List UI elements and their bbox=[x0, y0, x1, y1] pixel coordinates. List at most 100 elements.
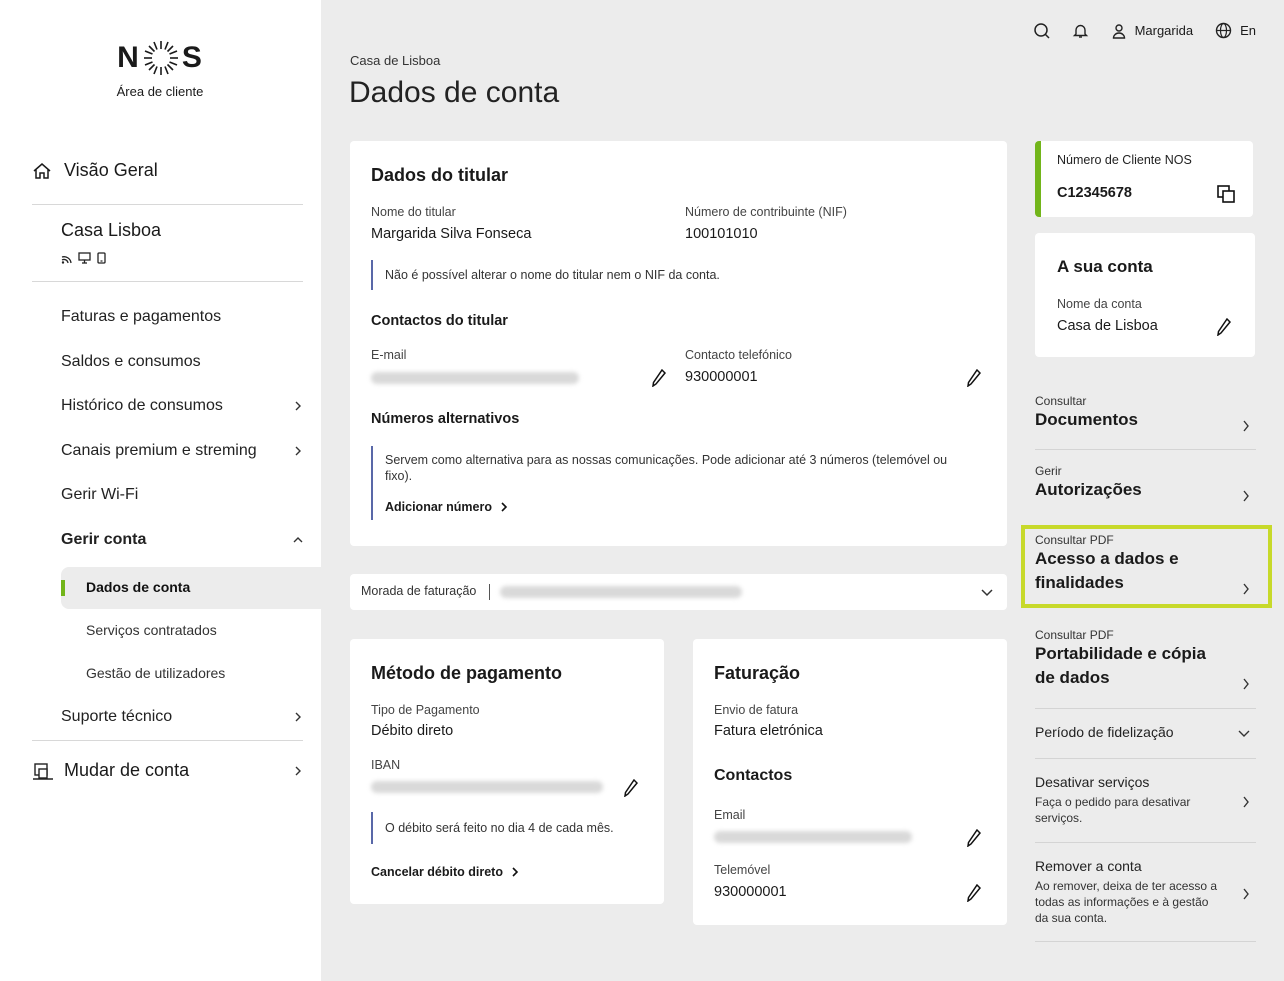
remove-account-link[interactable]: Remover a conta Ao remover, deixa de ter… bbox=[1035, 858, 1256, 934]
sidebar-item-label: Histórico de consumos bbox=[61, 397, 223, 414]
fidelization-dropdown[interactable]: Período de fidelização bbox=[1035, 724, 1256, 748]
divider bbox=[1035, 842, 1256, 843]
payment-type-value: Débito direto bbox=[371, 723, 454, 739]
sidebar-item-balances[interactable]: Saldos e consumos bbox=[61, 353, 303, 371]
payment-title: Método de pagamento bbox=[371, 663, 563, 683]
account-name-label: Nome da conta bbox=[1057, 297, 1142, 311]
divider bbox=[32, 204, 303, 205]
nif-label: Número de contribuinte (NIF) bbox=[685, 205, 847, 219]
sidebar-subitem-account-data[interactable]: Dados de conta bbox=[86, 579, 190, 595]
sidebar-item-support[interactable]: Suporte técnico bbox=[61, 708, 303, 726]
edit-phone-pencil-icon[interactable] bbox=[967, 369, 981, 387]
documents-link[interactable]: Consultar Documentos bbox=[1035, 394, 1256, 444]
documents-small: Consultar bbox=[1035, 394, 1087, 408]
sidebar: N S Área de cliente Visão Geral Casa Lis bbox=[0, 0, 321, 981]
search-icon[interactable] bbox=[1033, 22, 1050, 39]
holder-note: Não é possível alterar o nome do titular… bbox=[371, 260, 720, 290]
chevron-right-icon bbox=[1243, 888, 1249, 900]
sidebar-item-label: Gerir Wi-Fi bbox=[61, 486, 139, 503]
chevron-down-icon bbox=[981, 589, 993, 597]
edit-email-pencil-icon[interactable] bbox=[652, 369, 666, 387]
logo-letter-n: N bbox=[117, 41, 140, 74]
globe-icon bbox=[1215, 22, 1232, 39]
switch-account-label: Mudar de conta bbox=[64, 760, 190, 780]
nos-logo[interactable]: N S Área de cliente bbox=[110, 34, 210, 99]
cancel-debit-link[interactable]: Cancelar débito direto bbox=[371, 865, 519, 879]
nav-overview[interactable]: Visão Geral bbox=[32, 160, 158, 181]
mobile-icon bbox=[97, 252, 106, 264]
chevron-right-icon bbox=[295, 766, 301, 775]
alt-numbers-title: Números alternativos bbox=[371, 411, 520, 427]
edit-invoice-mobile-pencil-icon[interactable] bbox=[967, 884, 981, 902]
billing-address-dropdown[interactable]: Morada de faturação bbox=[350, 574, 1007, 610]
invoice-mobile-label: Telemóvel bbox=[714, 863, 771, 877]
portability-small: Consultar PDF bbox=[1035, 628, 1114, 642]
portability-link[interactable]: Consultar PDF Portabilidade e cópia de d… bbox=[1035, 628, 1256, 698]
sidebar-subitem-services[interactable]: Serviços contratados bbox=[86, 622, 217, 638]
holder-name: Margarida Silva Fonseca bbox=[371, 226, 532, 242]
phone-value: 930000001 bbox=[685, 369, 758, 385]
chevron-right-icon bbox=[512, 867, 519, 877]
email-label: E-mail bbox=[371, 348, 407, 362]
bell-icon[interactable] bbox=[1072, 22, 1089, 39]
sidebar-item-label: Faturas e pagamentos bbox=[61, 308, 222, 325]
chevron-right-icon bbox=[295, 401, 301, 411]
chevron-down-icon bbox=[1238, 730, 1250, 737]
client-number-label: Número de Cliente NOS bbox=[1057, 153, 1192, 167]
contacts-title: Contactos do titular bbox=[371, 313, 508, 329]
divider bbox=[32, 740, 303, 741]
nav-overview-label: Visão Geral bbox=[64, 160, 158, 180]
user-menu[interactable]: Margarida bbox=[1111, 23, 1193, 39]
chevron-right-icon bbox=[295, 446, 301, 456]
switch-account-icon bbox=[33, 762, 53, 780]
your-account-title: A sua conta bbox=[1057, 257, 1153, 276]
payment-card: Método de pagamento Tipo de Pagamento Dé… bbox=[350, 639, 664, 904]
authorizations-small: Gerir bbox=[1035, 464, 1062, 478]
edit-iban-pencil-icon[interactable] bbox=[624, 779, 638, 797]
chevron-right-icon bbox=[295, 712, 301, 722]
switch-account-button[interactable]: Mudar de conta bbox=[32, 760, 303, 781]
sidebar-item-wifi[interactable]: Gerir Wi-Fi bbox=[61, 486, 303, 504]
fidelization-label: Período de fidelização bbox=[1035, 724, 1174, 740]
deactivate-title: Desativar serviços bbox=[1035, 774, 1150, 790]
language-switch[interactable]: En bbox=[1215, 22, 1256, 39]
deactivate-services-link[interactable]: Desativar serviços Faça o pedido para de… bbox=[1035, 774, 1256, 834]
divider bbox=[1035, 708, 1256, 709]
chevron-right-icon bbox=[1243, 420, 1249, 432]
edit-account-name-pencil-icon[interactable] bbox=[1217, 318, 1231, 336]
sidebar-item-invoices[interactable]: Faturas e pagamentos bbox=[61, 308, 303, 326]
invoice-title: Faturação bbox=[714, 663, 801, 683]
sidebar-item-premium[interactable]: Canais premium e streming bbox=[61, 442, 303, 460]
edit-invoice-email-pencil-icon[interactable] bbox=[967, 829, 981, 847]
top-bar: Margarida En bbox=[1033, 22, 1256, 39]
sidebar-item-label: Gerir conta bbox=[61, 531, 147, 548]
payment-type-label: Tipo de Pagamento bbox=[371, 703, 480, 717]
divider bbox=[1035, 758, 1256, 759]
invoice-send-label: Envio de fatura bbox=[714, 703, 799, 717]
alt-numbers-text: Servem como alternativa para as nossas c… bbox=[385, 453, 948, 483]
invoice-email-label: Email bbox=[714, 808, 746, 822]
portability-big: Portabilidade e cópia de dados bbox=[1035, 644, 1206, 687]
remove-desc: Ao remover, deixa de ter acesso a todas … bbox=[1035, 879, 1218, 925]
sidebar-item-label: Suporte técnico bbox=[61, 708, 173, 725]
wifi-icon bbox=[61, 255, 72, 264]
breadcrumb[interactable]: Casa de Lisboa bbox=[350, 53, 440, 68]
add-number-label: Adicionar número bbox=[385, 500, 492, 514]
sidebar-item-manage-account[interactable]: Gerir conta bbox=[61, 531, 303, 549]
copy-icon[interactable] bbox=[1217, 185, 1235, 203]
cancel-debit-label: Cancelar débito direto bbox=[371, 865, 503, 879]
invoice-contacts-title: Contactos bbox=[714, 767, 793, 784]
logo-letter-s: S bbox=[181, 41, 203, 74]
authorizations-big: Autorizações bbox=[1035, 480, 1142, 499]
invoice-send-value: Fatura eletrónica bbox=[714, 723, 823, 739]
add-number-link[interactable]: Adicionar número bbox=[385, 500, 508, 514]
invoice-card: Faturação Envio de fatura Fatura eletrón… bbox=[693, 639, 1007, 925]
logo-subtitle: Área de cliente bbox=[116, 84, 204, 99]
sidebar-subitem-users[interactable]: Gestão de utilizadores bbox=[86, 665, 225, 681]
authorizations-link[interactable]: Gerir Autorizações bbox=[1035, 464, 1256, 514]
language-label: En bbox=[1240, 23, 1256, 38]
account-service-icons bbox=[61, 252, 106, 264]
billing-address-label: Morada de faturação bbox=[361, 584, 477, 598]
invoice-mobile-value: 930000001 bbox=[714, 884, 787, 900]
sidebar-item-history[interactable]: Histórico de consumos bbox=[61, 397, 303, 415]
